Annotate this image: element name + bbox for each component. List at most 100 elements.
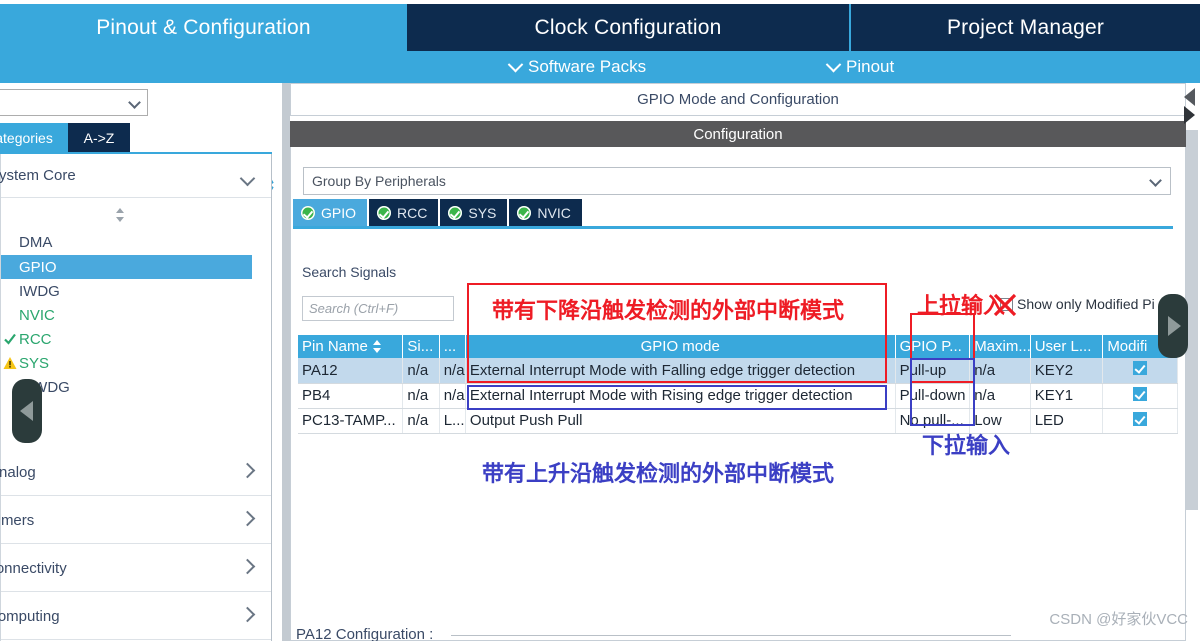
chevron-down-icon xyxy=(239,170,256,187)
peripheral-list: DMA GPIO IWDG NVIC RCC SYS WWDG xyxy=(1,200,272,396)
right-panel-collapse-handle[interactable] xyxy=(1158,294,1188,358)
sort-arrows-icon[interactable] xyxy=(372,340,382,353)
sidebar-group-system-core[interactable]: System Core xyxy=(0,154,271,198)
cell-extra: L... xyxy=(439,408,466,434)
cell-user-label[interactable]: KEY1 xyxy=(1030,383,1104,409)
cell-signal: n/a xyxy=(402,408,440,434)
tab-project-manager[interactable]: Project Manager xyxy=(849,4,1200,51)
sidebar-group-analog[interactable]: Analog xyxy=(0,450,271,496)
check-circle-icon xyxy=(448,205,463,220)
search-input[interactable]: Search (Ctrl+F) xyxy=(302,296,454,321)
chevron-right-icon xyxy=(239,462,256,479)
annotation-rising-edge-text: 带有上升沿触发检测的外部中断模式 xyxy=(482,462,835,487)
cell-pin-name: PA12 xyxy=(298,358,404,384)
sidebar-group-timers[interactable]: Timers xyxy=(0,498,271,544)
chevron-down-icon xyxy=(825,56,842,72)
tab-nvic[interactable]: NVIC xyxy=(509,199,584,226)
menu-pinout[interactable]: Pinout xyxy=(825,51,895,83)
tab-project-label: Project Manager xyxy=(946,15,1105,39)
pin-config-title: PA12 Configuration : xyxy=(296,626,1011,641)
tab-clock-label: Clock Configuration xyxy=(534,15,722,39)
tab-sys-label: SYS xyxy=(468,204,497,221)
cell-user-label[interactable]: KEY2 xyxy=(1030,358,1104,384)
col-user-label-label: User L... xyxy=(1034,338,1092,355)
cell-signal: n/a xyxy=(402,358,440,384)
chevron-down-icon xyxy=(507,56,524,72)
sidebar-item-rcc-label: RCC xyxy=(19,330,52,348)
cell-signal: n/a xyxy=(402,383,440,409)
annotation-falling-edge-text: 带有下降沿触发检测的外部中断模式 xyxy=(492,299,845,324)
table-row[interactable]: PC13-TAMP... n/a L... Output Push Pull N… xyxy=(298,408,1178,434)
search-input-placeholder: Search (Ctrl+F) xyxy=(309,301,399,316)
triangle-left-icon xyxy=(20,401,33,421)
main-tab-bar: Pinout & Configuration Clock Configurati… xyxy=(0,4,1200,51)
cell-modified[interactable] xyxy=(1102,383,1178,409)
col-pin-name-label: Pin Name xyxy=(302,338,368,355)
cell-modified[interactable] xyxy=(1102,358,1178,384)
panel-divider[interactable] xyxy=(282,83,290,641)
sidebar-item-dma-label: DMA xyxy=(19,233,53,251)
mode-header: GPIO Mode and Configuration xyxy=(290,83,1186,116)
menu-software-packs[interactable]: Software Packs xyxy=(507,51,646,83)
peripheral-tab-underline xyxy=(293,226,1173,229)
sidebar-group-timers-label: Timers xyxy=(0,512,35,529)
sidebar-item-gpio[interactable]: GPIO xyxy=(1,255,252,279)
chevron-down-icon xyxy=(128,96,141,109)
tab-pinout-label: Pinout & Configuration xyxy=(96,15,311,39)
sidebar-group-computing-label: Computing xyxy=(0,608,60,625)
sidebar-group-connectivity[interactable]: Connectivity xyxy=(0,546,271,592)
sub-tab-bar: Software Packs Pinout xyxy=(0,51,1200,83)
tab-rcc[interactable]: RCC xyxy=(369,199,441,226)
cell-extra: n/a xyxy=(439,358,466,384)
check-circle-icon xyxy=(301,205,315,220)
sidebar-item-dma[interactable]: DMA xyxy=(1,230,252,254)
triangle-right-icon xyxy=(1168,316,1181,336)
sidebar-item-iwdg[interactable]: IWDG xyxy=(1,279,252,303)
tab-pinout-configuration[interactable]: Pinout & Configuration xyxy=(0,4,407,51)
checkbox-checked-icon[interactable] xyxy=(1133,411,1148,426)
segment-a-to-z[interactable]: A->Z xyxy=(68,123,130,152)
sidebar-item-rcc[interactable]: RCC xyxy=(1,327,252,351)
peripheral-sidebar: Categories A->Z System Core DMA xyxy=(0,83,282,641)
col-maximum[interactable]: Maxim... xyxy=(969,335,1031,358)
checkbox-checked-icon[interactable] xyxy=(1133,386,1148,401)
tab-nvic-label: NVIC xyxy=(537,204,571,221)
chevron-right-icon xyxy=(239,606,256,623)
col-modified-label: Modifi xyxy=(1107,338,1148,355)
menu-pinout-label: Pinout xyxy=(846,57,895,76)
col-user-label[interactable]: User L... xyxy=(1030,335,1104,358)
sidebar-filter-combo[interactable] xyxy=(0,89,148,116)
check-circle-icon xyxy=(517,205,532,220)
configuration-band-label: Configuration xyxy=(693,125,783,143)
checkbox-checked-icon[interactable] xyxy=(1133,361,1148,376)
cell-gpio-mode[interactable]: Output Push Pull xyxy=(465,408,896,434)
cell-modified[interactable] xyxy=(1102,408,1178,434)
sort-spinner-icon[interactable] xyxy=(111,206,129,224)
segment-categories[interactable]: Categories xyxy=(0,123,68,152)
sidebar-item-sys-label: SYS xyxy=(19,354,50,372)
sidebar-item-nvic[interactable]: NVIC xyxy=(1,303,252,327)
triangle-right-icon[interactable] xyxy=(1184,106,1195,124)
peripheral-tab-strip: GPIO RCC SYS NVIC xyxy=(293,199,584,226)
tab-gpio[interactable]: GPIO xyxy=(293,199,370,226)
sidebar-item-gpio-label: GPIO xyxy=(19,258,57,276)
group-by-select[interactable]: Group By Peripherals xyxy=(303,167,1171,195)
sidebar-group-computing[interactable]: Computing xyxy=(0,594,271,640)
sidebar-group-analog-label: Analog xyxy=(0,464,36,481)
col-pin-name[interactable]: Pin Name xyxy=(298,335,404,358)
sidebar-item-sys[interactable]: SYS xyxy=(1,351,252,375)
search-signals-text: Search Signals xyxy=(302,264,397,280)
sidebar-collapse-handle[interactable] xyxy=(12,379,42,443)
annotation-pull-up-text: 上拉输入 xyxy=(917,294,1006,319)
triangle-left-icon[interactable] xyxy=(1184,88,1195,106)
show-only-modified-pins[interactable]: Show only Modified Pi xyxy=(1000,296,1155,312)
tab-clock-configuration[interactable]: Clock Configuration xyxy=(407,4,849,51)
segment-a-to-z-label: A->Z xyxy=(83,129,115,146)
cell-maximum: n/a xyxy=(969,358,1031,384)
sidebar-view-segments: Categories A->Z xyxy=(0,123,282,155)
tab-sys[interactable]: SYS xyxy=(440,199,510,226)
tab-gpio-label: GPIO xyxy=(321,204,357,221)
cell-user-label[interactable]: LED xyxy=(1030,408,1104,434)
col-signal[interactable]: Si... xyxy=(402,335,440,358)
col-extra[interactable]: ... xyxy=(439,335,466,358)
